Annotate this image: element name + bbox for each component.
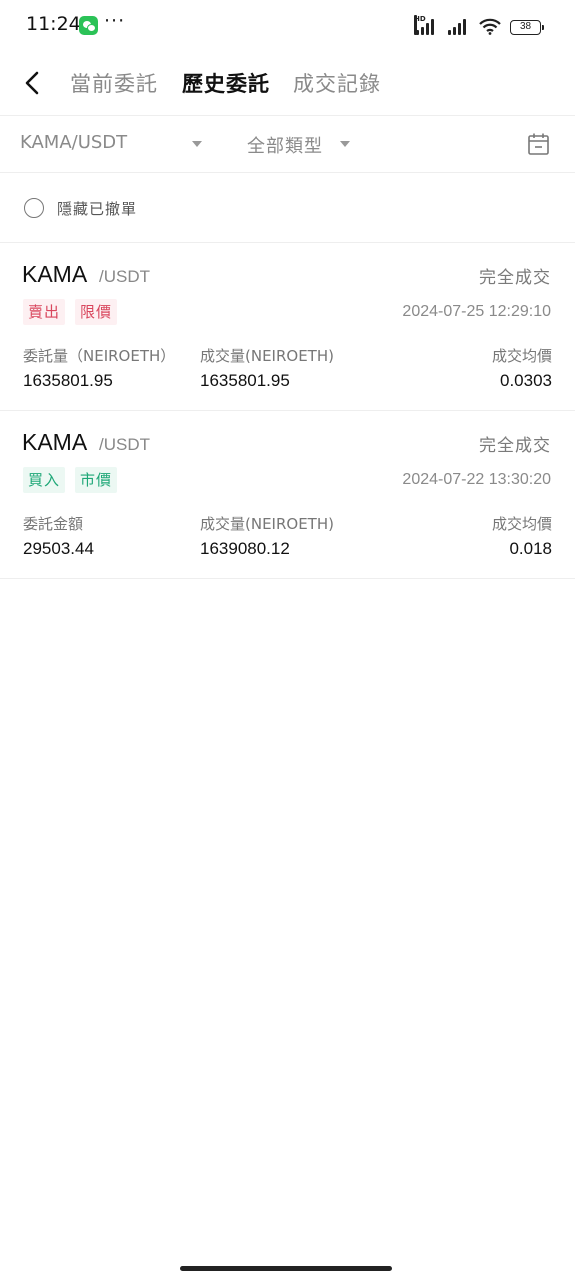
hide-cancelled-radio[interactable] <box>24 198 44 218</box>
order-filled-label: 成交量(NEIROETH) <box>200 347 334 365</box>
order-filled-value: 1635801.95 <box>200 371 290 390</box>
order-base-asset: KAMA <box>22 429 88 455</box>
order-avg-price-value: 0.018 <box>509 539 552 558</box>
order-quote-asset: /USDT <box>99 267 150 286</box>
order-side-badge: 賣出 <box>23 299 66 325</box>
order-side-badge: 買入 <box>23 467 66 493</box>
order-type-badge: 市價 <box>75 467 118 493</box>
filter-bar: KAMA/USDT 全部類型 <box>0 116 575 172</box>
wifi-icon <box>479 18 501 35</box>
type-filter[interactable]: 全部類型 <box>247 132 323 158</box>
order-time: 2024-07-22 13:30:20 <box>402 471 551 488</box>
order-status: 完全成交 <box>479 268 551 288</box>
order-type-badge: 限價 <box>75 299 118 325</box>
signal-icon <box>446 18 470 35</box>
tab-trade-records[interactable]: 成交記錄 <box>293 68 381 98</box>
order-amount-value: 1635801.95 <box>23 371 113 390</box>
hide-cancelled-label[interactable]: 隱藏已撤單 <box>57 198 137 219</box>
order-avg-price-label: 成交均價 <box>491 515 552 533</box>
hide-cancelled-row[interactable]: 隱藏已撤單 <box>0 172 575 242</box>
hd-signal-icon: HD <box>414 15 438 35</box>
order-avg-price-label: 成交均價 <box>491 347 552 365</box>
order-status: 完全成交 <box>479 436 551 456</box>
order-time: 2024-07-25 12:29:10 <box>402 303 551 320</box>
pair-dropdown-icon[interactable] <box>192 141 202 147</box>
top-nav: 當前委託 歷史委託 成交記錄 <box>0 52 575 114</box>
status-time: 11:24 <box>26 13 81 35</box>
order-base-asset: KAMA <box>22 261 88 287</box>
status-icons: HD 38 <box>414 15 544 35</box>
order-avg-price-value: 0.0303 <box>500 371 552 390</box>
order-card[interactable]: KAMA /USDT 完全成交 買入 市價 2024-07-22 13:30:2… <box>0 411 575 579</box>
order-filled-value: 1639080.12 <box>200 539 290 558</box>
tab-order-history[interactable]: 歷史委託 <box>182 68 270 98</box>
order-amount-label: 委託金額 <box>23 515 84 533</box>
tab-current-orders[interactable]: 當前委託 <box>70 68 158 98</box>
order-filled-label: 成交量(NEIROETH) <box>200 515 334 533</box>
wechat-icon <box>79 16 98 35</box>
divider <box>0 578 575 579</box>
type-dropdown-icon[interactable] <box>340 141 350 147</box>
order-amount-value: 29503.44 <box>23 539 94 558</box>
order-card[interactable]: KAMA /USDT 完全成交 賣出 限價 2024-07-25 12:29:1… <box>0 243 575 411</box>
home-indicator[interactable] <box>180 1266 392 1271</box>
status-bar: 11:24 ··· HD 38 <box>0 0 575 52</box>
battery-level: 38 <box>519 21 532 32</box>
back-icon[interactable] <box>22 70 44 96</box>
order-quote-asset: /USDT <box>99 435 150 454</box>
order-amount-label: 委託量（NEIROETH） <box>23 347 176 365</box>
calendar-icon[interactable] <box>527 132 550 156</box>
battery-icon: 38 <box>510 20 544 35</box>
pair-filter[interactable]: KAMA/USDT <box>20 132 127 153</box>
more-notifications-icon: ··· <box>104 10 126 32</box>
